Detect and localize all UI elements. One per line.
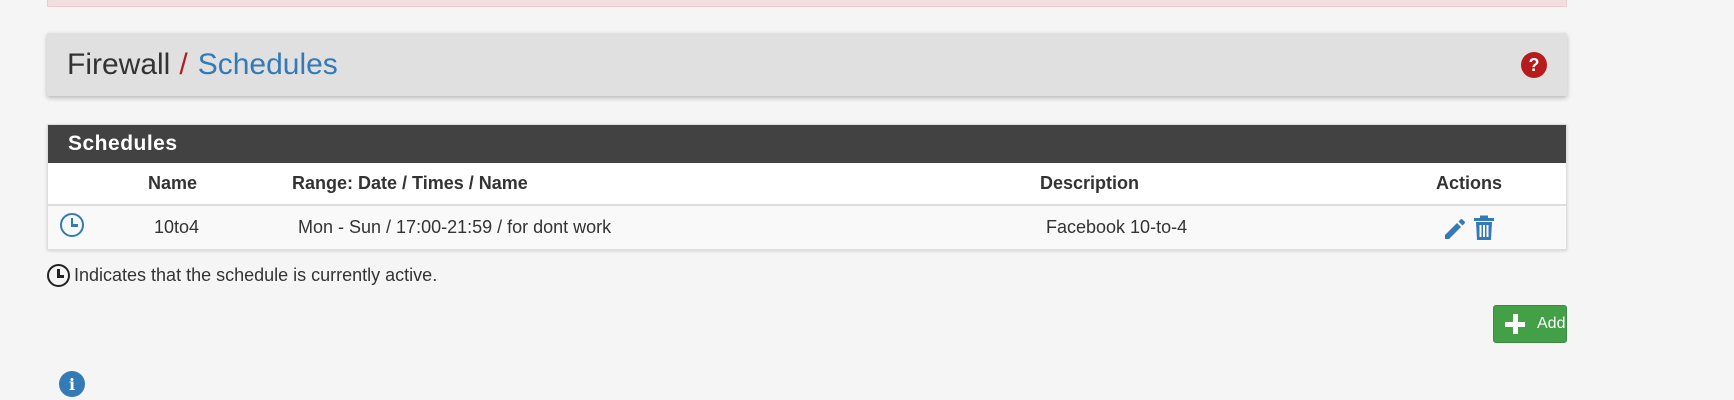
schedule-range: Mon - Sun / 17:00-21:59 / for dont work	[292, 205, 1040, 249]
legend-text: Indicates that the schedule is currently…	[74, 265, 438, 285]
status-cell	[48, 205, 148, 249]
header-description[interactable]: Description	[1040, 163, 1400, 206]
schedules-table: Name Range: Date / Times / Name Descript…	[48, 163, 1566, 249]
schedules-panel: Schedules Name Range: Date / Times / Nam…	[47, 124, 1567, 250]
clock-icon	[47, 264, 70, 287]
page: Firewall / Schedules ? Schedules Name Ra…	[0, 0, 1734, 400]
header-status	[48, 163, 148, 206]
header-actions: Actions	[1400, 163, 1566, 206]
active-legend: Indicates that the schedule is currently…	[47, 264, 437, 287]
trash-icon[interactable]	[1472, 215, 1496, 241]
alert-strip	[47, 0, 1567, 7]
add-button-label: Add	[1537, 315, 1566, 332]
schedule-name: 10to4	[148, 205, 292, 249]
header-name[interactable]: Name	[148, 163, 292, 206]
info-circle-icon[interactable]: i	[59, 371, 85, 397]
plus-icon	[1505, 314, 1525, 334]
add-button[interactable]: Add	[1493, 305, 1567, 343]
table-row[interactable]: 10to4 Mon - Sun / 17:00-21:59 / for dont…	[48, 205, 1566, 249]
table-header-row: Name Range: Date / Times / Name Descript…	[48, 163, 1566, 206]
breadcrumb-schedules[interactable]: Schedules	[198, 48, 338, 82]
schedule-description: Facebook 10-to-4	[1040, 205, 1400, 249]
breadcrumb: Firewall / Schedules ?	[47, 33, 1567, 96]
question-circle-icon[interactable]: ?	[1521, 52, 1547, 78]
panel-title: Schedules	[48, 125, 1566, 163]
clock-icon	[60, 213, 84, 237]
breadcrumb-firewall[interactable]: Firewall	[67, 48, 170, 82]
pencil-icon[interactable]	[1442, 215, 1466, 241]
breadcrumb-separator: /	[179, 47, 188, 81]
header-range[interactable]: Range: Date / Times / Name	[292, 163, 1040, 206]
actions-cell	[1400, 205, 1566, 249]
